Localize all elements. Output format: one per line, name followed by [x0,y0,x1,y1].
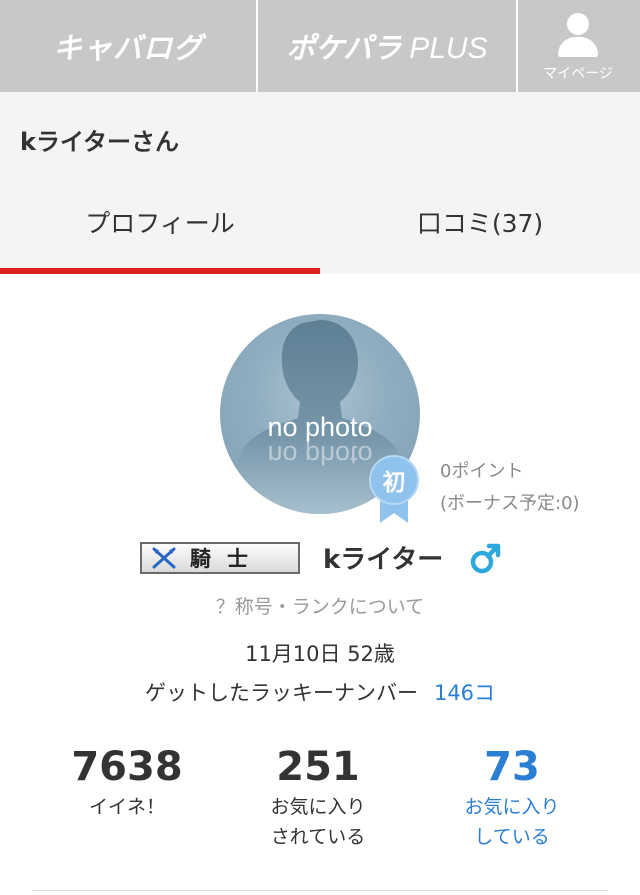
pokepara-plus-link[interactable]: ポケパラ PLUS [258,0,518,92]
mypage-label: マイページ [543,66,613,82]
top-nav: キャバログ ポケパラ PLUS マイページ [0,0,640,92]
stat-favorites[interactable]: 73 お気に入り している [407,742,617,852]
male-icon [470,543,501,574]
tab-reviews[interactable]: 口コミ(37) [320,176,640,274]
likes-label: イイネ！ [88,796,165,818]
username: kライター [323,545,444,575]
beginner-badge: 初 [368,455,422,525]
caba-log-logo: キャバログ [52,31,203,65]
plus-logo-text: PLUS [409,32,488,65]
favorites-label-line1[interactable]: お気に入り [407,792,617,822]
lucky-number-label: ゲットしたラッキーナンバー [144,681,418,705]
favorited-by-label-line2: されている [270,826,366,848]
lucky-number-count[interactable]: 146コ [434,681,495,705]
pokepara-plus-logo: ポケパラ PLUS [286,25,487,67]
stat-likes: 7638 イイネ！ [22,742,232,822]
user-icon [556,13,600,57]
caba-log-link[interactable]: キャバログ [0,0,258,92]
likes-count: 7638 [71,744,183,790]
rank-plate: 騎士 [140,542,300,574]
rank-title: 騎士 [190,547,264,571]
tab-bar: プロフィール 口コミ(37) [0,176,640,274]
favorited-by-count: 251 [276,744,360,790]
crossed-swords-icon [142,544,186,572]
tab-profile[interactable]: プロフィール [0,176,320,274]
badge-label: 初 [369,455,419,505]
points-info: 0ポイント (ボーナス予定:0) [440,456,580,520]
mypage-button[interactable]: マイページ [518,0,638,92]
stat-favorited-by: 251 お気に入り されている [213,742,423,852]
favorited-by-label-line1: お気に入り [270,796,366,818]
lucky-number-row: ゲットしたラッキーナンバー 146コ [0,677,640,707]
favorites-count[interactable]: 73 [407,742,617,792]
rank-info-link[interactable]: ？称号・ランクについて [0,592,640,619]
profile-header: kライターさん [0,92,640,176]
pokepara-logo-text: ポケパラ [286,31,402,65]
favorites-label-line2[interactable]: している [407,822,617,852]
page-title: kライターさん [20,128,180,156]
bonus-value: (ボーナス予定:0) [440,493,580,514]
points-value: 0ポイント [440,461,524,482]
birthday-age: 11月10日 52歳 [245,642,395,666]
divider [32,890,608,891]
